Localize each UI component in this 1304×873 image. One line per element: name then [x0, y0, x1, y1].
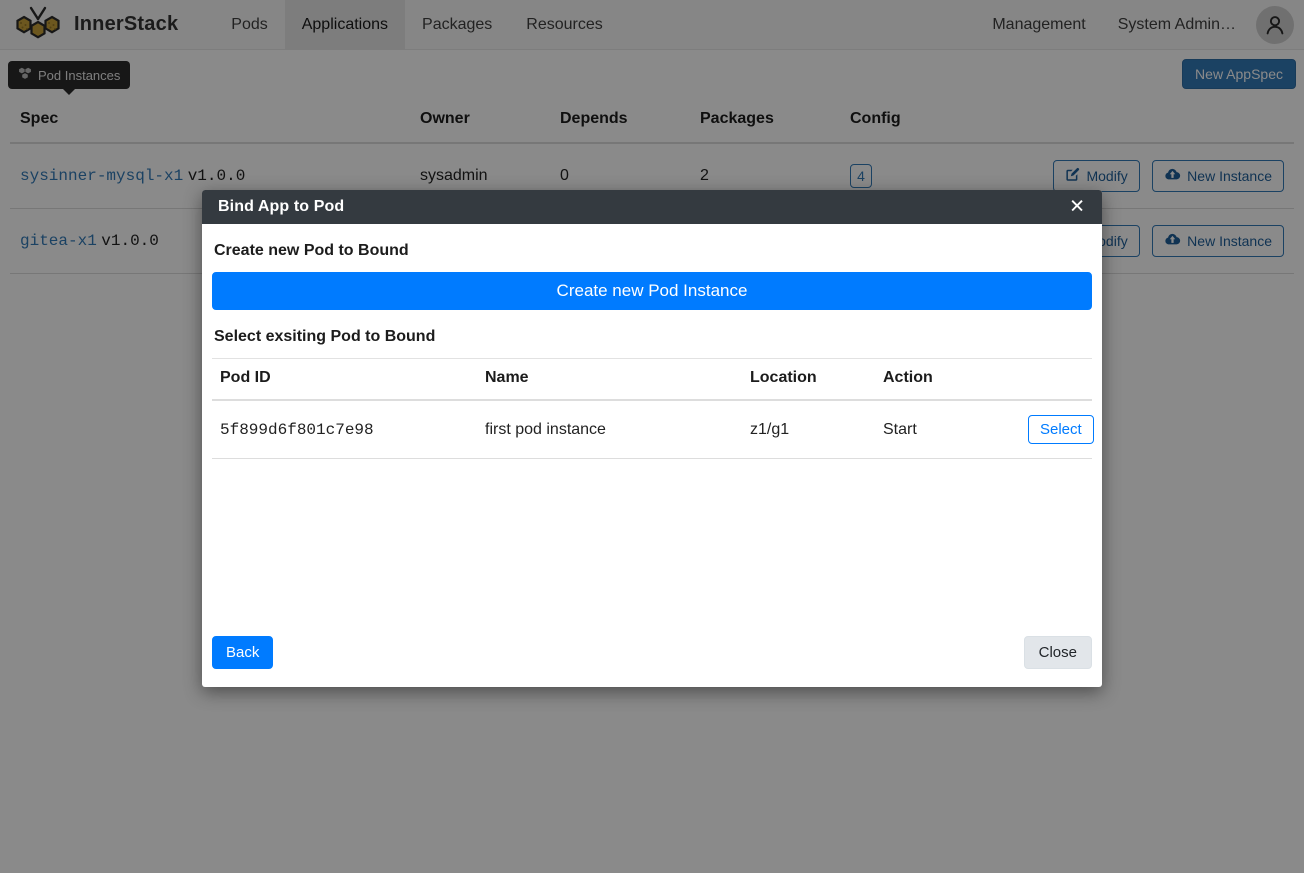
select-section-title: Select exsiting Pod to Bound: [214, 328, 436, 345]
pod-table-header-row: Pod ID Name Location Action: [212, 358, 1092, 401]
bind-app-to-pod-modal: Bind App to Pod ✕ Create new Pod to Boun…: [202, 190, 1102, 687]
col-header-location: Location: [742, 358, 875, 401]
col-header-pod-id: Pod ID: [212, 358, 477, 401]
col-header-name: Name: [477, 358, 742, 401]
table-row: 5f899d6f801c7e98 first pod instance z1/g…: [212, 400, 1094, 459]
close-button[interactable]: Close: [1023, 635, 1092, 669]
col-header-action: Action: [875, 358, 1020, 401]
pod-location-cell: z1/g1: [742, 400, 875, 459]
pod-select-cell: Select: [1020, 400, 1094, 459]
pod-id-cell: 5f899d6f801c7e98: [212, 400, 477, 459]
modal-body: Create new Pod to Bound Create new Pod I…: [202, 224, 1102, 627]
col-header-select: [1020, 358, 1092, 401]
close-icon[interactable]: ✕: [1064, 196, 1090, 219]
create-new-pod-instance-button[interactable]: Create new Pod Instance: [212, 272, 1092, 310]
create-section-title: Create new Pod to Bound: [214, 242, 409, 259]
back-button[interactable]: Back: [212, 635, 274, 669]
modal-header: Bind App to Pod ✕: [202, 190, 1102, 224]
select-pod-button[interactable]: Select: [1028, 415, 1094, 444]
pod-instances-table: Pod ID Name Location Action 5f899d6f801c…: [212, 358, 1094, 459]
modal-footer: Back Close: [202, 627, 1102, 687]
pod-name-cell: first pod instance: [477, 400, 742, 459]
pod-action-cell: Start: [875, 400, 1020, 459]
modal-title: Bind App to Pod: [218, 198, 345, 215]
